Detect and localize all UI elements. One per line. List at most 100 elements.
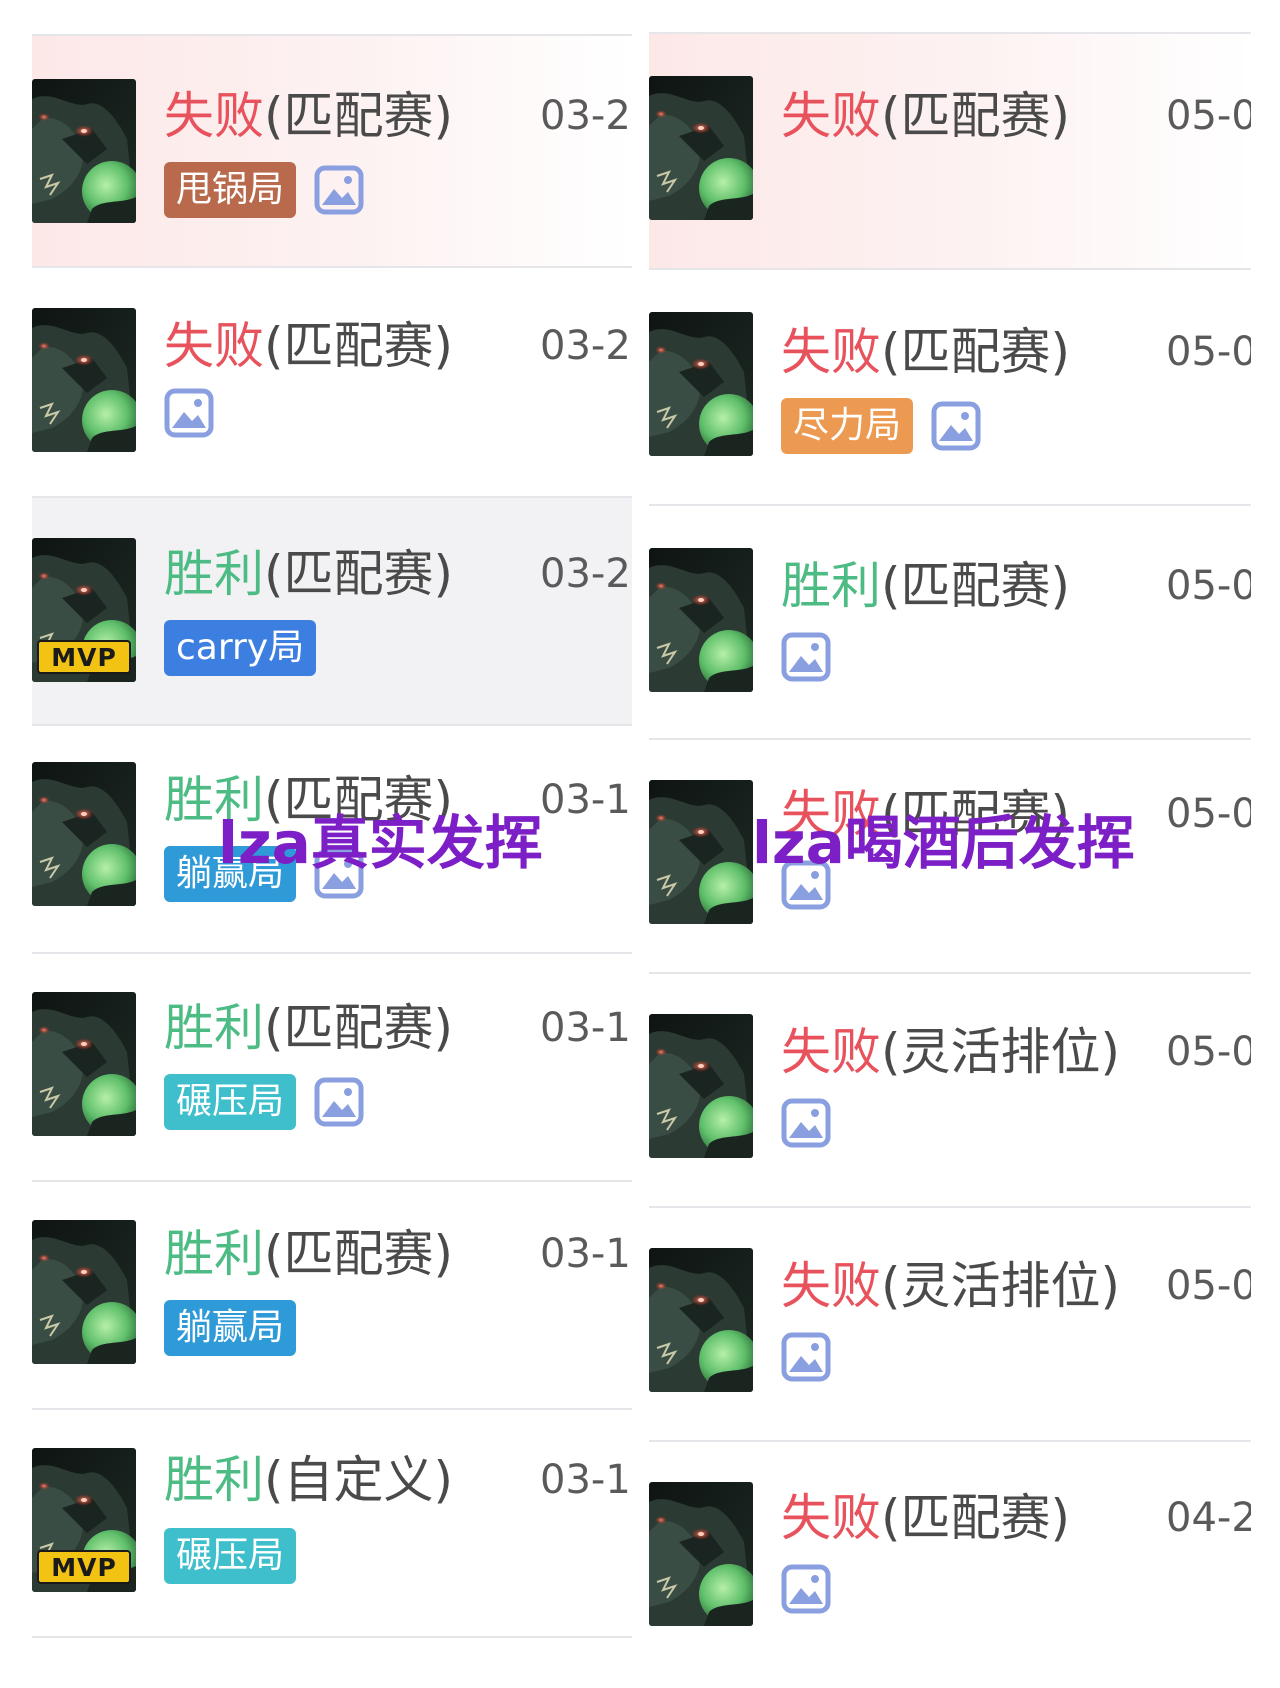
performance-tag: 躺赢局	[164, 1300, 297, 1356]
match-date: 04-2	[1166, 1495, 1251, 1541]
match-badges	[164, 388, 214, 438]
game-mode: (匹配赛)	[881, 1489, 1071, 1547]
match-date: 03-2	[540, 93, 631, 139]
match-badges: 碾压局	[164, 1528, 297, 1584]
row-divider	[32, 1636, 632, 1638]
match-row[interactable]: 胜利(匹配赛) 03-1 碾压局	[32, 954, 632, 1180]
match-result: 胜利	[164, 999, 264, 1057]
match-result: 失败	[781, 1023, 881, 1081]
image-icon[interactable]	[314, 1077, 364, 1127]
game-mode: (匹配赛)	[881, 557, 1071, 615]
match-row[interactable]: 胜利(匹配赛) 05-0	[649, 506, 1251, 738]
match-date: 03-2	[540, 323, 631, 369]
match-title: 胜利(匹配赛)	[781, 556, 1070, 616]
match-row[interactable]: 失败(匹配赛) 03-2 甩锅局	[32, 36, 632, 266]
match-title: 失败(匹配赛)	[781, 322, 1070, 382]
match-title: 失败(灵活排位)	[781, 1256, 1120, 1316]
match-date: 03-1	[540, 1457, 631, 1503]
match-row[interactable]: 失败(匹配赛) 05-0	[649, 34, 1251, 268]
champion-avatar	[32, 79, 136, 223]
image-icon[interactable]	[164, 388, 214, 438]
game-mode: (匹配赛)	[264, 1225, 454, 1283]
match-result: 胜利	[164, 545, 264, 603]
match-date: 05-0	[1166, 791, 1251, 837]
match-date: 05-0	[1166, 563, 1251, 609]
match-row[interactable]: 失败(灵活排位) 05-0	[649, 1208, 1251, 1440]
match-row[interactable]: 失败(匹配赛) 05-0 尽力局	[649, 270, 1251, 504]
game-mode: (匹配赛)	[881, 323, 1071, 381]
match-badges	[781, 1564, 831, 1614]
image-icon[interactable]	[781, 632, 831, 682]
mvp-badge: MVP	[37, 1550, 131, 1584]
champion-avatar: MVP	[32, 1448, 136, 1592]
champion-avatar	[649, 1482, 753, 1626]
champion-avatar	[32, 992, 136, 1136]
match-date: 03-1	[540, 1005, 631, 1051]
match-date: 05-0	[1166, 1029, 1251, 1075]
performance-tag: carry局	[164, 620, 317, 676]
image-icon[interactable]	[781, 1098, 831, 1148]
match-date: 03-1	[540, 777, 631, 823]
game-mode: (自定义)	[264, 1451, 454, 1509]
image-icon[interactable]	[931, 401, 981, 451]
match-result: 胜利	[164, 1225, 264, 1283]
match-badges: carry局	[164, 620, 317, 676]
mvp-badge: MVP	[37, 640, 131, 674]
match-badges: 甩锅局	[164, 162, 364, 218]
match-badges: 尽力局	[781, 398, 981, 454]
match-result: 失败	[781, 1489, 881, 1547]
match-result: 失败	[781, 323, 881, 381]
match-row[interactable]: 失败(匹配赛) 04-2	[649, 1442, 1251, 1674]
match-result: 失败	[164, 317, 264, 375]
match-result: 失败	[781, 1257, 881, 1315]
match-title: 失败(匹配赛)	[781, 1488, 1070, 1548]
match-row[interactable]: 失败(匹配赛) 03-2	[32, 268, 632, 496]
image-icon[interactable]	[781, 1564, 831, 1614]
match-badges: 碾压局	[164, 1074, 364, 1130]
match-result: 胜利	[164, 1451, 264, 1509]
champion-avatar	[649, 548, 753, 692]
match-badges	[781, 1332, 831, 1382]
champion-avatar	[649, 76, 753, 220]
champion-avatar	[32, 308, 136, 452]
performance-tag: 甩锅局	[164, 162, 297, 218]
match-badges	[781, 632, 831, 682]
match-row[interactable]: MVP 胜利(匹配赛) 03-2 carry局	[32, 498, 632, 724]
match-badges: 躺赢局	[164, 1300, 297, 1356]
match-row[interactable]: 失败(灵活排位) 05-0	[649, 974, 1251, 1206]
match-date: 05-0	[1166, 93, 1251, 139]
match-title: 胜利(匹配赛)	[164, 544, 453, 604]
match-row[interactable]: 胜利(匹配赛) 03-1 躺赢局	[32, 1182, 632, 1408]
champion-avatar	[649, 1014, 753, 1158]
match-title: 胜利(自定义)	[164, 1450, 453, 1510]
game-mode: (匹配赛)	[264, 317, 454, 375]
game-mode: (匹配赛)	[881, 87, 1071, 145]
performance-tag: 尽力局	[781, 398, 914, 454]
match-title: 失败(匹配赛)	[164, 86, 453, 146]
champion-avatar: MVP	[32, 538, 136, 682]
game-mode: (匹配赛)	[264, 545, 454, 603]
match-date: 05-0	[1166, 1263, 1251, 1309]
match-row[interactable]: MVP 胜利(自定义) 03-1 碾压局	[32, 1410, 632, 1636]
game-mode: (灵活排位)	[881, 1257, 1121, 1315]
match-result: 失败	[781, 87, 881, 145]
match-date: 03-2	[540, 551, 631, 597]
champion-avatar	[649, 312, 753, 456]
image-icon[interactable]	[314, 165, 364, 215]
champion-avatar	[649, 1248, 753, 1392]
caption-left: lza真实发挥	[218, 809, 543, 877]
game-mode: (匹配赛)	[264, 87, 454, 145]
game-mode: (灵活排位)	[881, 1023, 1121, 1081]
caption-right: lza喝酒后发挥	[752, 809, 1135, 877]
image-icon[interactable]	[781, 1332, 831, 1382]
champion-avatar	[32, 762, 136, 906]
performance-tag: 碾压局	[164, 1074, 297, 1130]
champion-avatar	[649, 780, 753, 924]
match-title: 失败(灵活排位)	[781, 1022, 1120, 1082]
performance-tag: 碾压局	[164, 1528, 297, 1584]
match-date: 05-0	[1166, 329, 1251, 375]
match-title: 失败(匹配赛)	[164, 316, 453, 376]
match-badges	[781, 1098, 831, 1148]
match-title: 胜利(匹配赛)	[164, 998, 453, 1058]
match-date: 03-1	[540, 1231, 631, 1277]
